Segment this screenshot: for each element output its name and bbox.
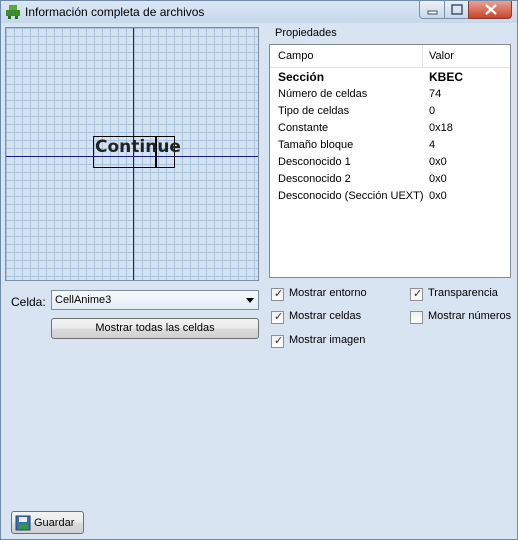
property-row[interactable]: Desconocido (Sección UEXT) 0x0 (278, 188, 510, 205)
properties-list[interactable]: Campo Valor Sección KBEC Número de celda… (269, 44, 511, 278)
close-icon (485, 4, 497, 15)
show-all-cells-label: Mostrar todas las celdas (95, 322, 215, 334)
maximize-button[interactable] (444, 1, 469, 19)
property-row[interactable]: Constante 0x18 (278, 120, 510, 137)
cell-image-text: Continue (95, 137, 181, 157)
property-field: Desconocido 1 (278, 156, 351, 168)
column-header-field[interactable]: Campo (278, 50, 313, 62)
property-field: Número de celdas (278, 88, 368, 100)
checkbox-box[interactable]: ✓ (410, 288, 423, 301)
property-row[interactable]: Desconocido 1 0x0 (278, 154, 510, 171)
property-value: 0x18 (429, 122, 453, 134)
property-row[interactable]: Número de celdas 74 (278, 86, 510, 103)
transparency-label: Transparencia (428, 287, 498, 299)
properties-group-label: Propiedades (275, 27, 337, 39)
close-button[interactable] (468, 1, 512, 19)
checkmark-icon: ✓ (274, 311, 284, 323)
checkbox-box[interactable] (410, 311, 423, 324)
property-field: Sección (278, 70, 325, 84)
property-value: 0x0 (429, 190, 447, 202)
checkmark-icon: ✓ (274, 288, 284, 300)
property-field: Tamaño bloque (278, 139, 354, 151)
property-field: Desconocido 2 (278, 173, 351, 185)
checkmark-icon: ✓ (274, 335, 284, 347)
title-bar[interactable]: Información completa de archivos (1, 1, 517, 23)
save-icon (15, 515, 31, 531)
column-header-value[interactable]: Valor (429, 50, 454, 62)
cell-preview-canvas[interactable]: Continue (5, 27, 259, 281)
checkbox-box[interactable]: ✓ (271, 288, 284, 301)
property-field: Desconocido (Sección UEXT) (278, 190, 424, 202)
property-value: 0x0 (429, 173, 447, 185)
checkbox-box[interactable]: ✓ (271, 311, 284, 324)
show-all-cells-button[interactable]: Mostrar todas las celdas (51, 318, 259, 339)
checkmark-icon: ✓ (413, 288, 423, 300)
app-icon (6, 5, 20, 19)
property-row[interactable]: Sección KBEC (278, 69, 510, 86)
property-row[interactable]: Desconocido 2 0x0 (278, 171, 510, 188)
properties-header: Campo Valor (270, 45, 510, 68)
minimize-button[interactable] (419, 1, 445, 19)
show-environment-label: Mostrar entorno (289, 287, 367, 299)
show-numbers-label: Mostrar números (428, 310, 512, 322)
property-value: 4 (429, 139, 436, 151)
cell-select-dropdown[interactable]: CellAnime3 (51, 290, 259, 310)
property-row[interactable]: Tamaño bloque 4 (278, 137, 510, 154)
property-row[interactable]: Tipo de celdas 0 (278, 103, 510, 120)
cell-select-label: Celda: (11, 295, 46, 309)
minimize-icon (427, 10, 438, 15)
maximize-icon (451, 4, 463, 15)
property-value: 0x0 (429, 156, 447, 168)
cell-select-value: CellAnime3 (55, 294, 112, 306)
save-label: Guardar (34, 517, 75, 529)
property-value: 0 (429, 105, 436, 117)
show-image-label: Mostrar imagen (289, 334, 366, 346)
property-field: Constante (278, 122, 329, 134)
property-field: Tipo de celdas (278, 105, 350, 117)
property-value: 74 (429, 88, 442, 100)
window-title: Información completa de archivos (25, 5, 205, 19)
show-cells-label: Mostrar celdas (289, 310, 362, 322)
file-info-window: Información completa de archivos Continu… (0, 0, 518, 540)
checkbox-box[interactable]: ✓ (271, 335, 284, 348)
column-divider[interactable] (422, 45, 423, 67)
chevron-down-icon (246, 298, 254, 303)
save-button[interactable]: Guardar (11, 511, 84, 534)
properties-group: Propiedades Campo Valor Sección KBEC Núm… (265, 27, 514, 282)
property-value: KBEC (429, 70, 464, 84)
